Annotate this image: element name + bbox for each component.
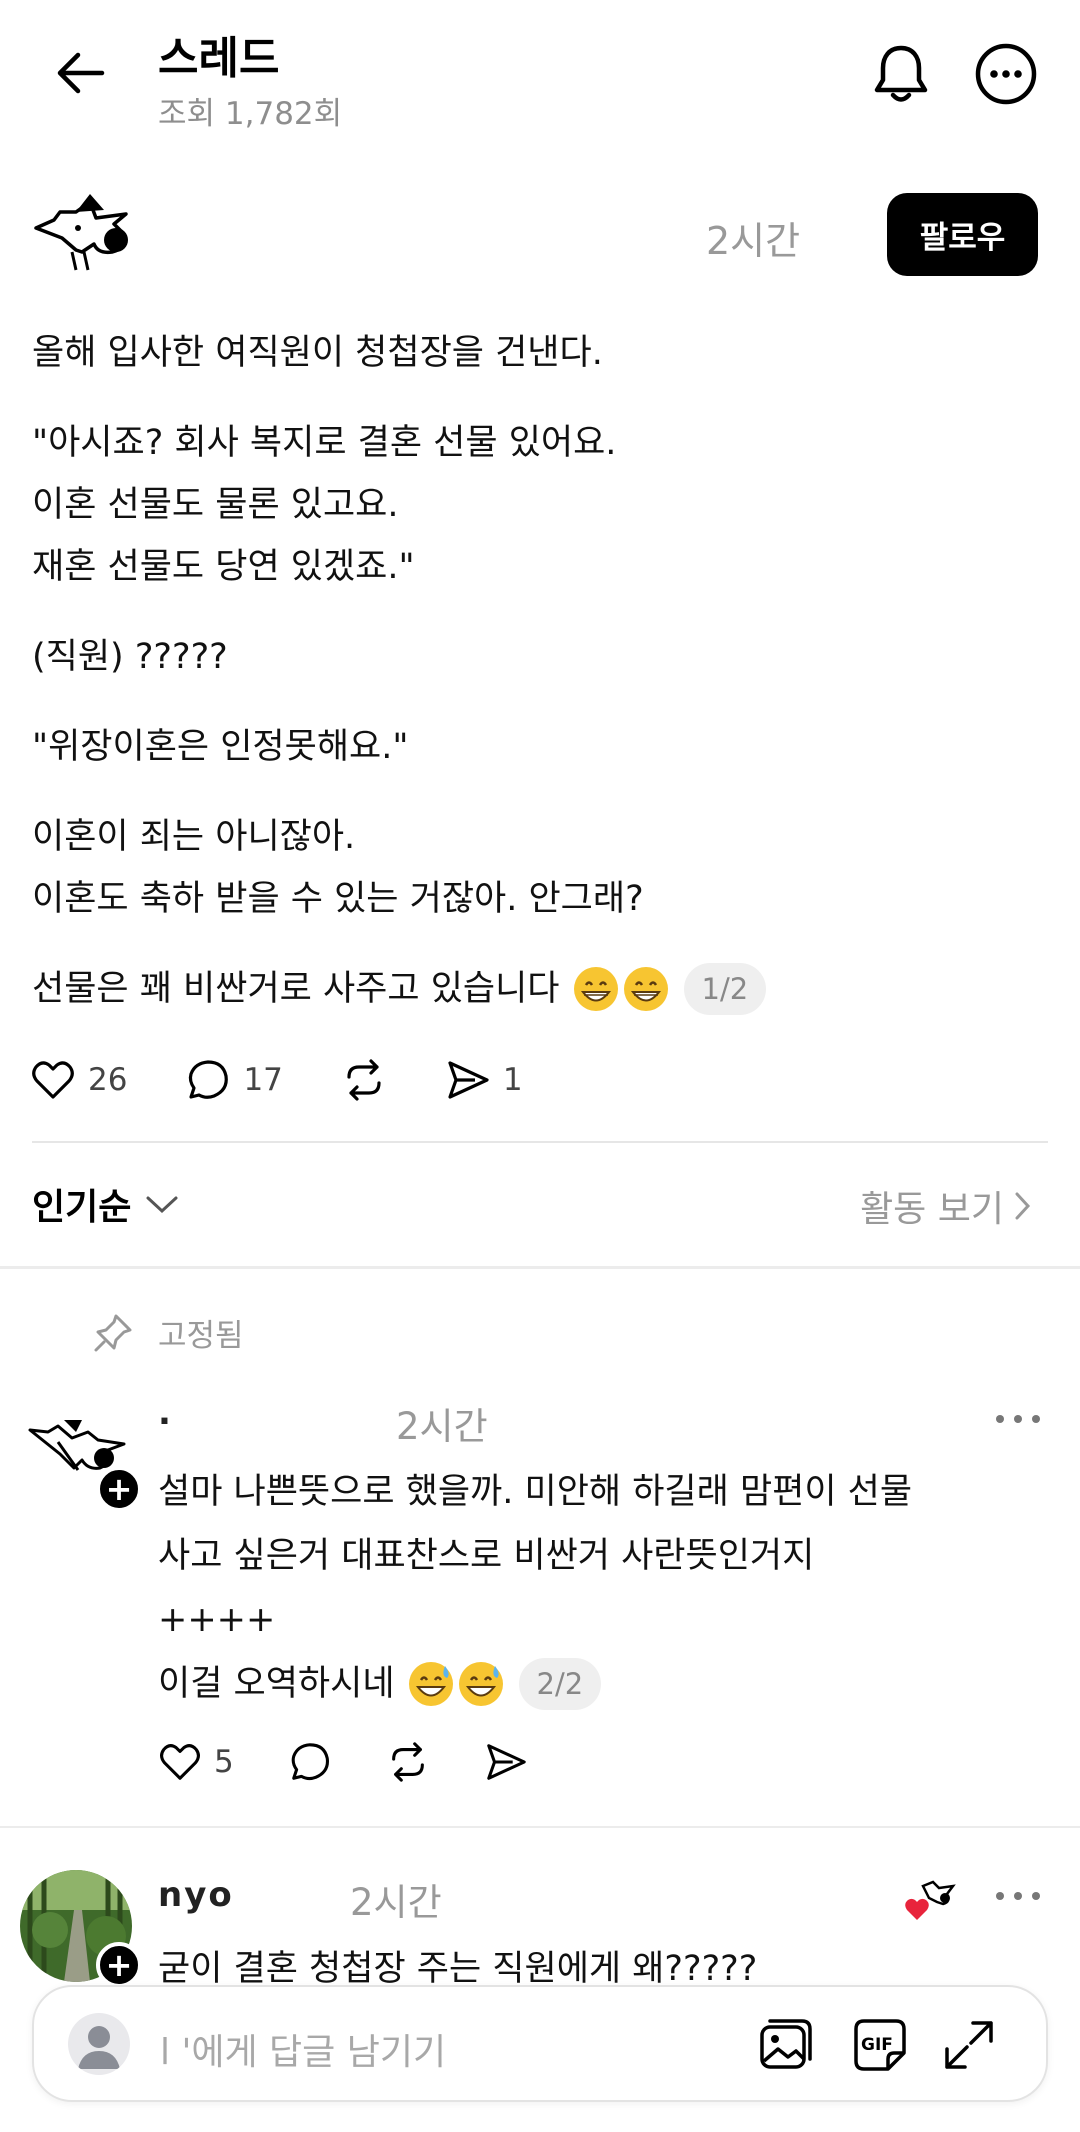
comment-last-line: 이걸 오역하시네 2/2 bbox=[158, 1652, 1038, 1716]
comment-line: 설마 나쁜뜻으로 했을까. 미안해 하길래 맘편이 선물 bbox=[158, 1472, 913, 1512]
comment-last-text: 이걸 오역하시네 bbox=[158, 1664, 395, 1704]
comment-timestamp: 2시간 bbox=[396, 1405, 488, 1448]
pinned-indicator: 고정됨 bbox=[92, 1310, 244, 1355]
comment-bubble-icon bbox=[189, 1060, 229, 1099]
pin-icon bbox=[94, 1314, 132, 1351]
comment-button[interactable]: 17 bbox=[185, 1057, 283, 1103]
comment-bubble-icon bbox=[291, 1743, 329, 1781]
repost-icon bbox=[391, 1742, 424, 1782]
comment-count: 17 bbox=[243, 1062, 283, 1098]
sort-label: 인기순 bbox=[32, 1187, 132, 1228]
post-paragraph: (직원) ????? bbox=[32, 637, 228, 677]
send-icon bbox=[486, 1744, 526, 1780]
activity-label: 활동 보기 bbox=[860, 1189, 1004, 1230]
repost-icon bbox=[347, 1059, 381, 1101]
post-paragraph: 이혼이 죄는 아니잖아. 이혼도 축하 받을 수 있는 거잖아. 안그래? bbox=[32, 817, 644, 919]
top-bar: 스레드 조회 1,782회 bbox=[0, 0, 1080, 150]
share-button[interactable] bbox=[484, 1740, 528, 1784]
back-arrow-icon[interactable] bbox=[50, 48, 110, 98]
reply-input-placeholder[interactable]: l '에게 답글 남기기 bbox=[160, 2023, 446, 2075]
commenter-username[interactable]: . bbox=[158, 1393, 173, 1433]
author-liked-icon bbox=[903, 1876, 959, 1924]
comment-line: ++++ bbox=[158, 1600, 276, 1640]
gif-icon[interactable]: GIF bbox=[850, 2015, 910, 2075]
share-count: 1 bbox=[502, 1062, 523, 1098]
post-content: 올해 입사한 여직원이 청첩장을 건낸다. "아시죠? 회사 복지로 결혼 선물… bbox=[32, 322, 1042, 1020]
send-icon bbox=[448, 1061, 489, 1099]
like-count: 26 bbox=[88, 1062, 128, 1098]
sweat-smile-emoji-icon bbox=[458, 1662, 503, 1706]
chevron-down-icon bbox=[146, 1196, 178, 1214]
comment-actions: 5 bbox=[158, 1740, 582, 1784]
bell-icon[interactable] bbox=[870, 40, 932, 106]
follow-plus-badge[interactable]: + bbox=[96, 1942, 142, 1988]
chevron-right-icon bbox=[1015, 1192, 1031, 1220]
grinning-face-emoji-icon bbox=[623, 967, 668, 1011]
heart-icon bbox=[32, 1061, 74, 1099]
follow-plus-badge[interactable]: + bbox=[96, 1466, 142, 1512]
carousel-page-indicator: 2/2 bbox=[518, 1658, 602, 1710]
reply-composer[interactable]: l '에게 답글 남기기 GIF bbox=[32, 1985, 1048, 2102]
more-options-icon[interactable] bbox=[975, 43, 1037, 105]
section-divider bbox=[0, 1266, 1080, 1269]
post-paragraph: 올해 입사한 여직원이 청첩장을 건낸다. bbox=[32, 333, 603, 373]
view-activity-link[interactable]: 활동 보기 bbox=[860, 1180, 1032, 1232]
repost-button[interactable] bbox=[341, 1057, 387, 1103]
expand-icon[interactable] bbox=[939, 2015, 999, 2075]
author-avatar[interactable] bbox=[32, 190, 142, 280]
divider bbox=[32, 1141, 1048, 1143]
post-paragraph: "위장이혼은 인정못해요." bbox=[32, 727, 409, 767]
follow-button[interactable]: 팔로우 bbox=[887, 193, 1038, 276]
page-title: 스레드 bbox=[158, 33, 280, 84]
gallery-icon[interactable] bbox=[756, 2015, 816, 2075]
pinned-label: 고정됨 bbox=[158, 1318, 244, 1354]
divider bbox=[0, 1826, 1080, 1828]
comment-more-icon[interactable] bbox=[996, 1413, 1040, 1425]
like-count: 5 bbox=[214, 1744, 234, 1780]
post-last-line: 선물은 꽤 비싼거로 사주고 있습니다 1/2 bbox=[32, 958, 1042, 1020]
sort-dropdown[interactable]: 인기순 bbox=[32, 1178, 179, 1230]
view-count: 조회 1,782회 bbox=[158, 96, 343, 132]
repost-button[interactable] bbox=[386, 1740, 430, 1784]
post-paragraph: "아시죠? 회사 복지로 결혼 선물 있어요. 이혼 선물도 물론 있고요. 재… bbox=[32, 423, 617, 587]
grinning-face-emoji-icon bbox=[573, 967, 618, 1011]
comment-text: 굳이 결혼 청첩장 주는 직원에게 왜????? bbox=[158, 1949, 758, 1989]
like-button[interactable]: 5 bbox=[158, 1740, 234, 1784]
comment-timestamp: 2시간 bbox=[350, 1881, 442, 1924]
post-actions: 26 17 1 bbox=[30, 1052, 581, 1108]
comment-text: 설마 나쁜뜻으로 했을까. 미안해 하길래 맘편이 선물 사고 싶은거 대표찬스… bbox=[158, 1460, 1038, 1716]
post-timestamp: 2시간 bbox=[706, 219, 801, 263]
heart-icon bbox=[160, 1744, 200, 1780]
share-button[interactable]: 1 bbox=[445, 1057, 523, 1103]
commenter-username[interactable]: nyo bbox=[158, 1875, 234, 1915]
like-button[interactable]: 26 bbox=[30, 1057, 127, 1103]
comment-line: 사고 싶은거 대표찬스로 비싼거 사란뜻인거지 bbox=[158, 1536, 815, 1576]
comment-button[interactable] bbox=[288, 1740, 332, 1784]
comment-more-icon[interactable] bbox=[996, 1890, 1040, 1902]
post-last-text: 선물은 꽤 비싼거로 사주고 있습니다 bbox=[32, 969, 560, 1009]
svg-text:GIF: GIF bbox=[861, 2035, 893, 2055]
user-avatar bbox=[68, 2013, 130, 2075]
carousel-page-indicator: 1/2 bbox=[683, 963, 767, 1015]
sweat-smile-emoji-icon bbox=[408, 1662, 453, 1706]
